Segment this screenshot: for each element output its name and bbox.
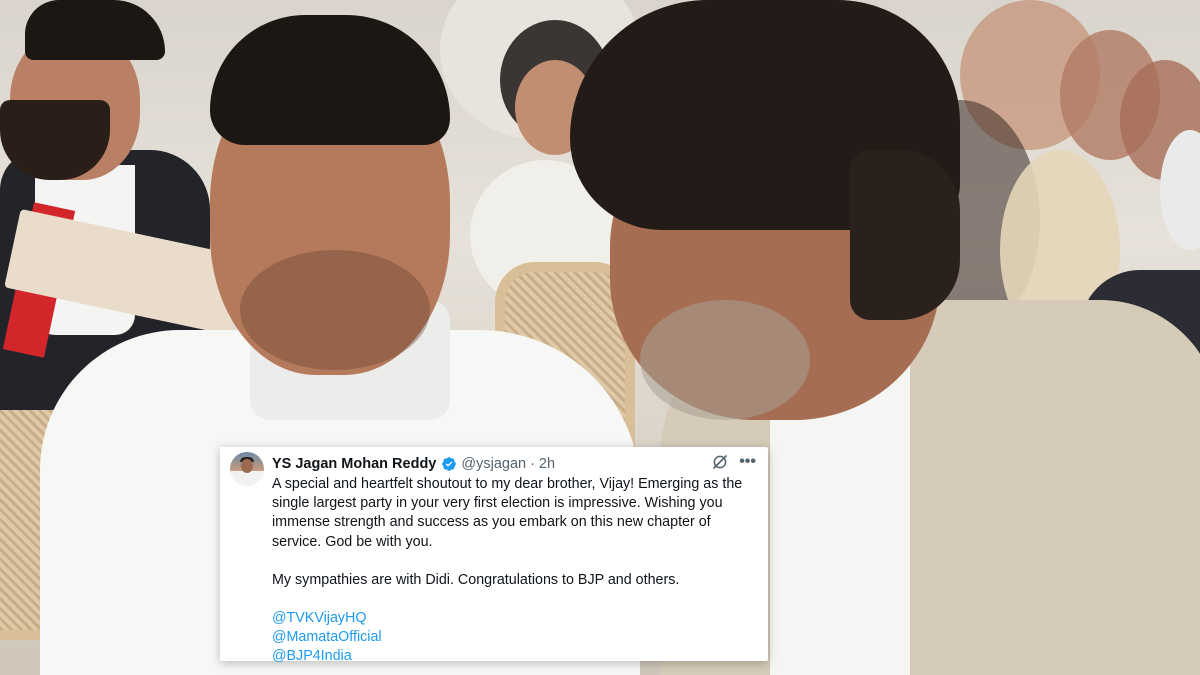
tweet-paragraph: A special and heartfelt shoutout to my d… xyxy=(272,476,743,550)
tweet-card: YS Jagan Mohan Reddy @ysjagan · 2h ••• A… xyxy=(220,447,768,664)
tweet-body: A special and heartfelt shoutout to my d… xyxy=(272,475,752,667)
grok-icon[interactable] xyxy=(711,453,729,471)
author-avatar[interactable] xyxy=(230,452,264,486)
tweet-paragraph: My sympathies are with Didi. Congratulat… xyxy=(272,571,680,588)
tweet-header: YS Jagan Mohan Reddy @ysjagan · 2h xyxy=(272,453,754,475)
author-name[interactable]: YS Jagan Mohan Reddy xyxy=(272,456,436,472)
verified-badge-icon xyxy=(442,457,457,471)
more-options-icon[interactable]: ••• xyxy=(739,454,756,470)
tweet-timestamp[interactable]: 2h xyxy=(539,456,555,472)
mention-link[interactable]: @BJP4India xyxy=(272,647,752,666)
mention-link[interactable]: @MamataOfficial xyxy=(272,628,752,647)
separator-dot: · xyxy=(530,456,535,472)
author-handle[interactable]: @ysjagan xyxy=(461,456,526,472)
mention-link[interactable]: @TVKVijayHQ xyxy=(272,609,752,628)
tweet-actions: ••• xyxy=(711,453,756,471)
